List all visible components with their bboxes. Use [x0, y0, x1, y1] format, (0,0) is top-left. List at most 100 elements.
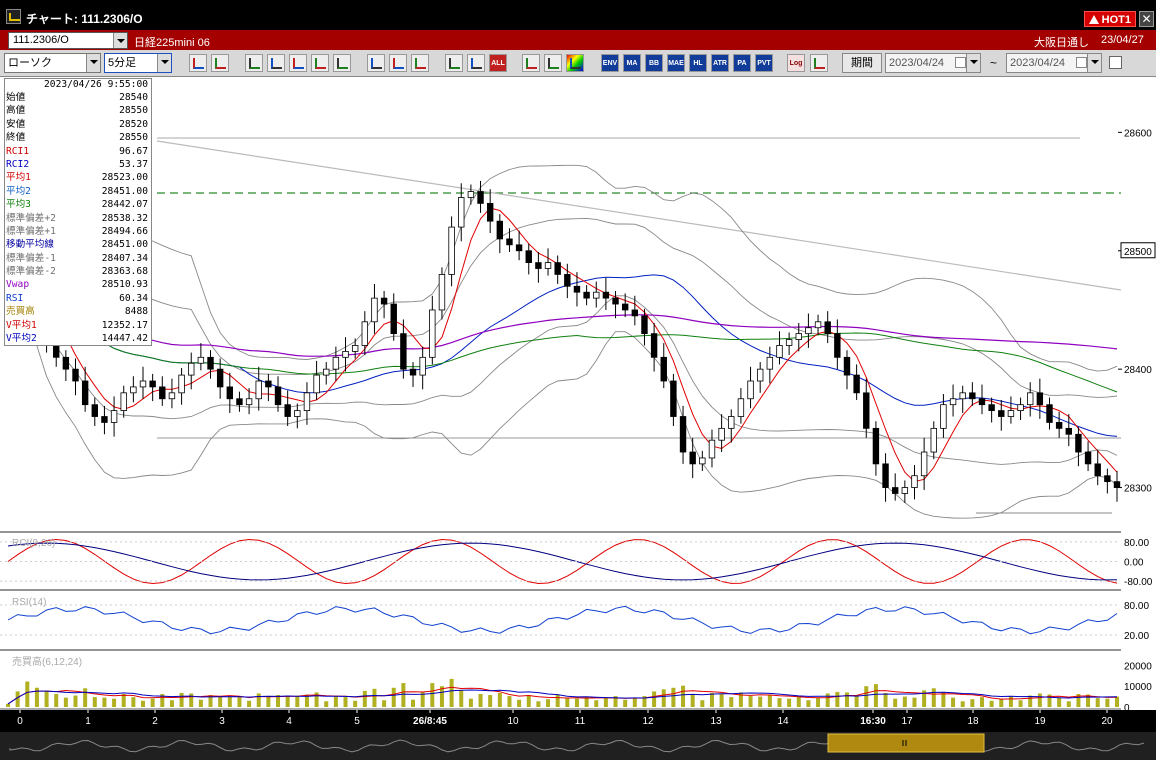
volume-bar — [1018, 700, 1023, 707]
toolbar-env-button[interactable]: ENV — [601, 54, 619, 72]
symbol-select[interactable]: 111.2306/O — [8, 32, 128, 49]
volume-bar — [844, 692, 849, 707]
candle-body — [814, 321, 822, 329]
candle-body — [824, 321, 831, 335]
vwap-line — [7, 203, 1118, 357]
draw-line-icon[interactable] — [245, 54, 263, 72]
volume-bar — [970, 699, 975, 707]
settings-icon-glyph — [526, 58, 537, 69]
range-checkbox[interactable] — [1109, 56, 1122, 69]
hot-badge-button[interactable]: HOT1 — [1084, 11, 1136, 27]
close-button[interactable]: ✕ — [1139, 11, 1154, 27]
interval-select[interactable]: 5分足 — [104, 53, 172, 73]
pencil-icon-glyph — [371, 58, 382, 69]
candle-body — [988, 404, 995, 411]
volume-bar — [353, 700, 358, 707]
chevron-down-icon[interactable] — [1087, 54, 1101, 72]
data-window-value: 28538.32 — [101, 212, 148, 224]
pencil-icon[interactable] — [367, 54, 385, 72]
calendar-icon[interactable] — [955, 57, 966, 68]
volume-bar — [632, 697, 637, 707]
calendar-icon[interactable] — [1076, 57, 1087, 68]
candle-body — [872, 427, 880, 465]
x-tick-label: 20 — [1101, 716, 1113, 727]
volume-bar — [825, 693, 830, 707]
export-icon[interactable] — [810, 54, 828, 72]
data-window-value: 28550 — [119, 105, 148, 117]
candle-body — [351, 345, 359, 352]
draw-line-icon-glyph — [249, 58, 260, 69]
volume-bar — [787, 698, 792, 707]
date-to-input[interactable]: 2023/04/24 — [1006, 53, 1102, 73]
toolbar-mae-button[interactable]: MAE — [667, 54, 685, 72]
trend-line — [156, 140, 1122, 291]
chart-area[interactable]: 2860028500284002830028500RCI(9,26)80.000… — [0, 77, 1156, 710]
settings-icon[interactable] — [522, 54, 540, 72]
navigator-canvas[interactable]: 0 1 2 3 4 5 26/8:45 10 11 12 13 14 16:30 17 18 19 20 — [0, 710, 1156, 760]
toolbar-hl-button[interactable]: HL — [689, 54, 707, 72]
candle-body — [438, 274, 446, 311]
candle-body — [400, 333, 407, 370]
price-tick-label: 28600 — [1124, 128, 1152, 139]
volume-bar — [883, 692, 888, 707]
volume-tick-label: 10000 — [1124, 682, 1152, 693]
symbol-bar: 111.2306/O 日経225mini 06 大阪日通し 23/04/27 — [0, 30, 1156, 50]
cursor-icon-glyph — [215, 58, 226, 69]
volume-bar — [411, 699, 416, 707]
x-tick-label: 10 — [507, 716, 519, 727]
volume-bar — [758, 696, 763, 707]
candle-body — [805, 327, 812, 335]
date-from-input[interactable]: 2023/04/24 — [885, 53, 981, 73]
candle-mode-icon-glyph — [449, 58, 460, 69]
chevron-down-icon[interactable] — [113, 33, 127, 48]
candle-body — [168, 392, 176, 400]
candle-body — [708, 439, 716, 459]
bar-mode-icon[interactable] — [467, 54, 485, 72]
volume-bar — [690, 694, 695, 707]
chevron-down-icon[interactable] — [86, 54, 100, 72]
color-icon[interactable] — [566, 54, 584, 72]
compare-icon-glyph — [315, 58, 326, 69]
toolbar-pa-button[interactable]: PA — [733, 54, 751, 72]
data-window-value: 53.37 — [119, 158, 148, 170]
chevron-down-icon[interactable] — [157, 54, 171, 72]
volume-bar — [507, 696, 512, 707]
toolbar-ma-button[interactable]: MA — [623, 54, 641, 72]
volume-bar — [488, 695, 493, 707]
zoom-area-icon[interactable] — [267, 54, 285, 72]
candle-mode-icon[interactable] — [445, 54, 463, 72]
data-window-row: 売買高 8488 — [5, 305, 151, 318]
arrow-tool-icon[interactable] — [389, 54, 407, 72]
undo-icon[interactable] — [411, 54, 429, 72]
data-window-value: 28494.66 — [101, 225, 148, 237]
candle-body — [892, 487, 899, 494]
data-window-label: 売買高 — [6, 306, 35, 318]
lock-icon[interactable] — [333, 54, 351, 72]
volume-bar — [854, 696, 859, 707]
tools-icon[interactable] — [544, 54, 562, 72]
toolbar-log-button[interactable]: Log — [787, 54, 805, 72]
data-window-label: 終値 — [6, 132, 26, 144]
navigator-bar[interactable]: 0 1 2 3 4 5 26/8:45 10 11 12 13 14 16:30 17 18 19 20 — [0, 710, 1156, 760]
rci-tick-label: 80.00 — [1124, 538, 1149, 549]
candle-body — [1017, 404, 1024, 411]
period-button[interactable]: 期間 — [842, 53, 882, 73]
candle-body — [1007, 410, 1015, 417]
candle-body — [766, 356, 774, 370]
candle-body — [1055, 422, 1063, 429]
rsi-tick-label: 20.00 — [1124, 631, 1149, 642]
toolbar-all-button[interactable]: ALL — [489, 54, 507, 72]
toolbar-atr-button[interactable]: ATR — [711, 54, 729, 72]
zoom-icon[interactable] — [189, 54, 207, 72]
chevron-down-icon[interactable] — [966, 54, 980, 72]
toolbar-pvt-button[interactable]: PVT — [755, 54, 773, 72]
chart-type-select[interactable]: ローソク — [4, 53, 101, 73]
candle-body — [313, 374, 320, 394]
candle-body — [785, 339, 793, 346]
chart-canvas[interactable]: 2860028500284002830028500RCI(9,26)80.000… — [0, 77, 1156, 710]
candle-body — [863, 392, 870, 429]
grid-icon[interactable] — [289, 54, 307, 72]
toolbar-bb-button[interactable]: BB — [645, 54, 663, 72]
cursor-icon[interactable] — [211, 54, 229, 72]
compare-icon[interactable] — [311, 54, 329, 72]
